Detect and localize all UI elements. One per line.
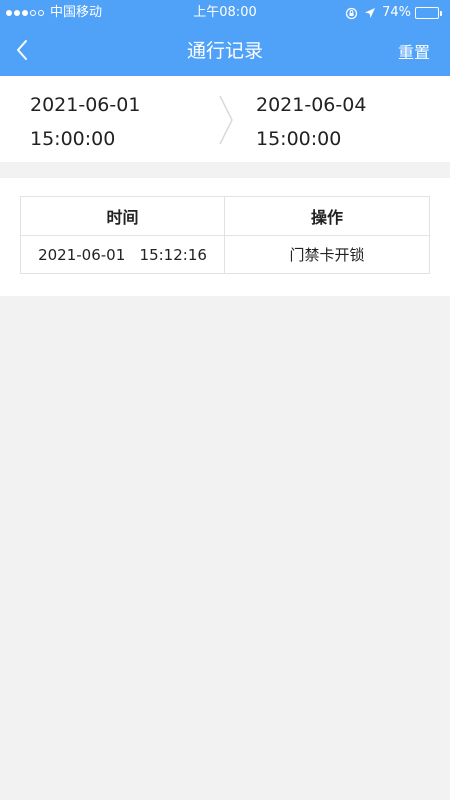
- app-header: 中国移动 上午08:00 74% 通行记录 重置: [0, 0, 450, 76]
- end-time: 15:00:00: [256, 128, 342, 150]
- table-row[interactable]: 2021-06-01 15:12:16 门禁卡开锁: [21, 236, 429, 273]
- cell-action: 门禁卡开锁: [289, 246, 365, 264]
- chevron-right-icon: [219, 95, 233, 145]
- location-arrow-icon: [364, 7, 376, 19]
- end-datetime[interactable]: 2021-06-04 15:00:00: [256, 88, 366, 156]
- start-datetime[interactable]: 2021-06-01 15:00:00: [30, 88, 140, 156]
- cell-time: 2021-06-01 15:12:16: [21, 236, 225, 273]
- reset-button[interactable]: 重置: [398, 26, 430, 80]
- table-header: 时间 操作: [21, 197, 429, 236]
- page-title: 通行记录: [186, 40, 263, 62]
- start-date: 2021-06-01: [30, 94, 141, 116]
- records-panel: 时间 操作 2021-06-01 15:12:16 门禁卡开锁: [0, 178, 450, 296]
- nav-bar: 通行记录 重置: [0, 26, 450, 76]
- start-time: 15:00:00: [30, 128, 116, 150]
- column-header-time: 时间: [21, 197, 225, 235]
- date-range-picker: 2021-06-01 15:00:00 2021-06-04 15:00:00: [0, 76, 450, 162]
- column-header-action: 操作: [310, 208, 343, 227]
- battery-percent: 74%: [382, 5, 411, 20]
- rotation-lock-icon: [345, 7, 358, 20]
- battery-icon: [415, 7, 442, 19]
- records-table: 时间 操作 2021-06-01 15:12:16 门禁卡开锁: [20, 196, 430, 274]
- status-bar: 中国移动 上午08:00 74%: [0, 0, 450, 26]
- status-right: 74%: [345, 0, 442, 26]
- end-date: 2021-06-04: [256, 94, 367, 116]
